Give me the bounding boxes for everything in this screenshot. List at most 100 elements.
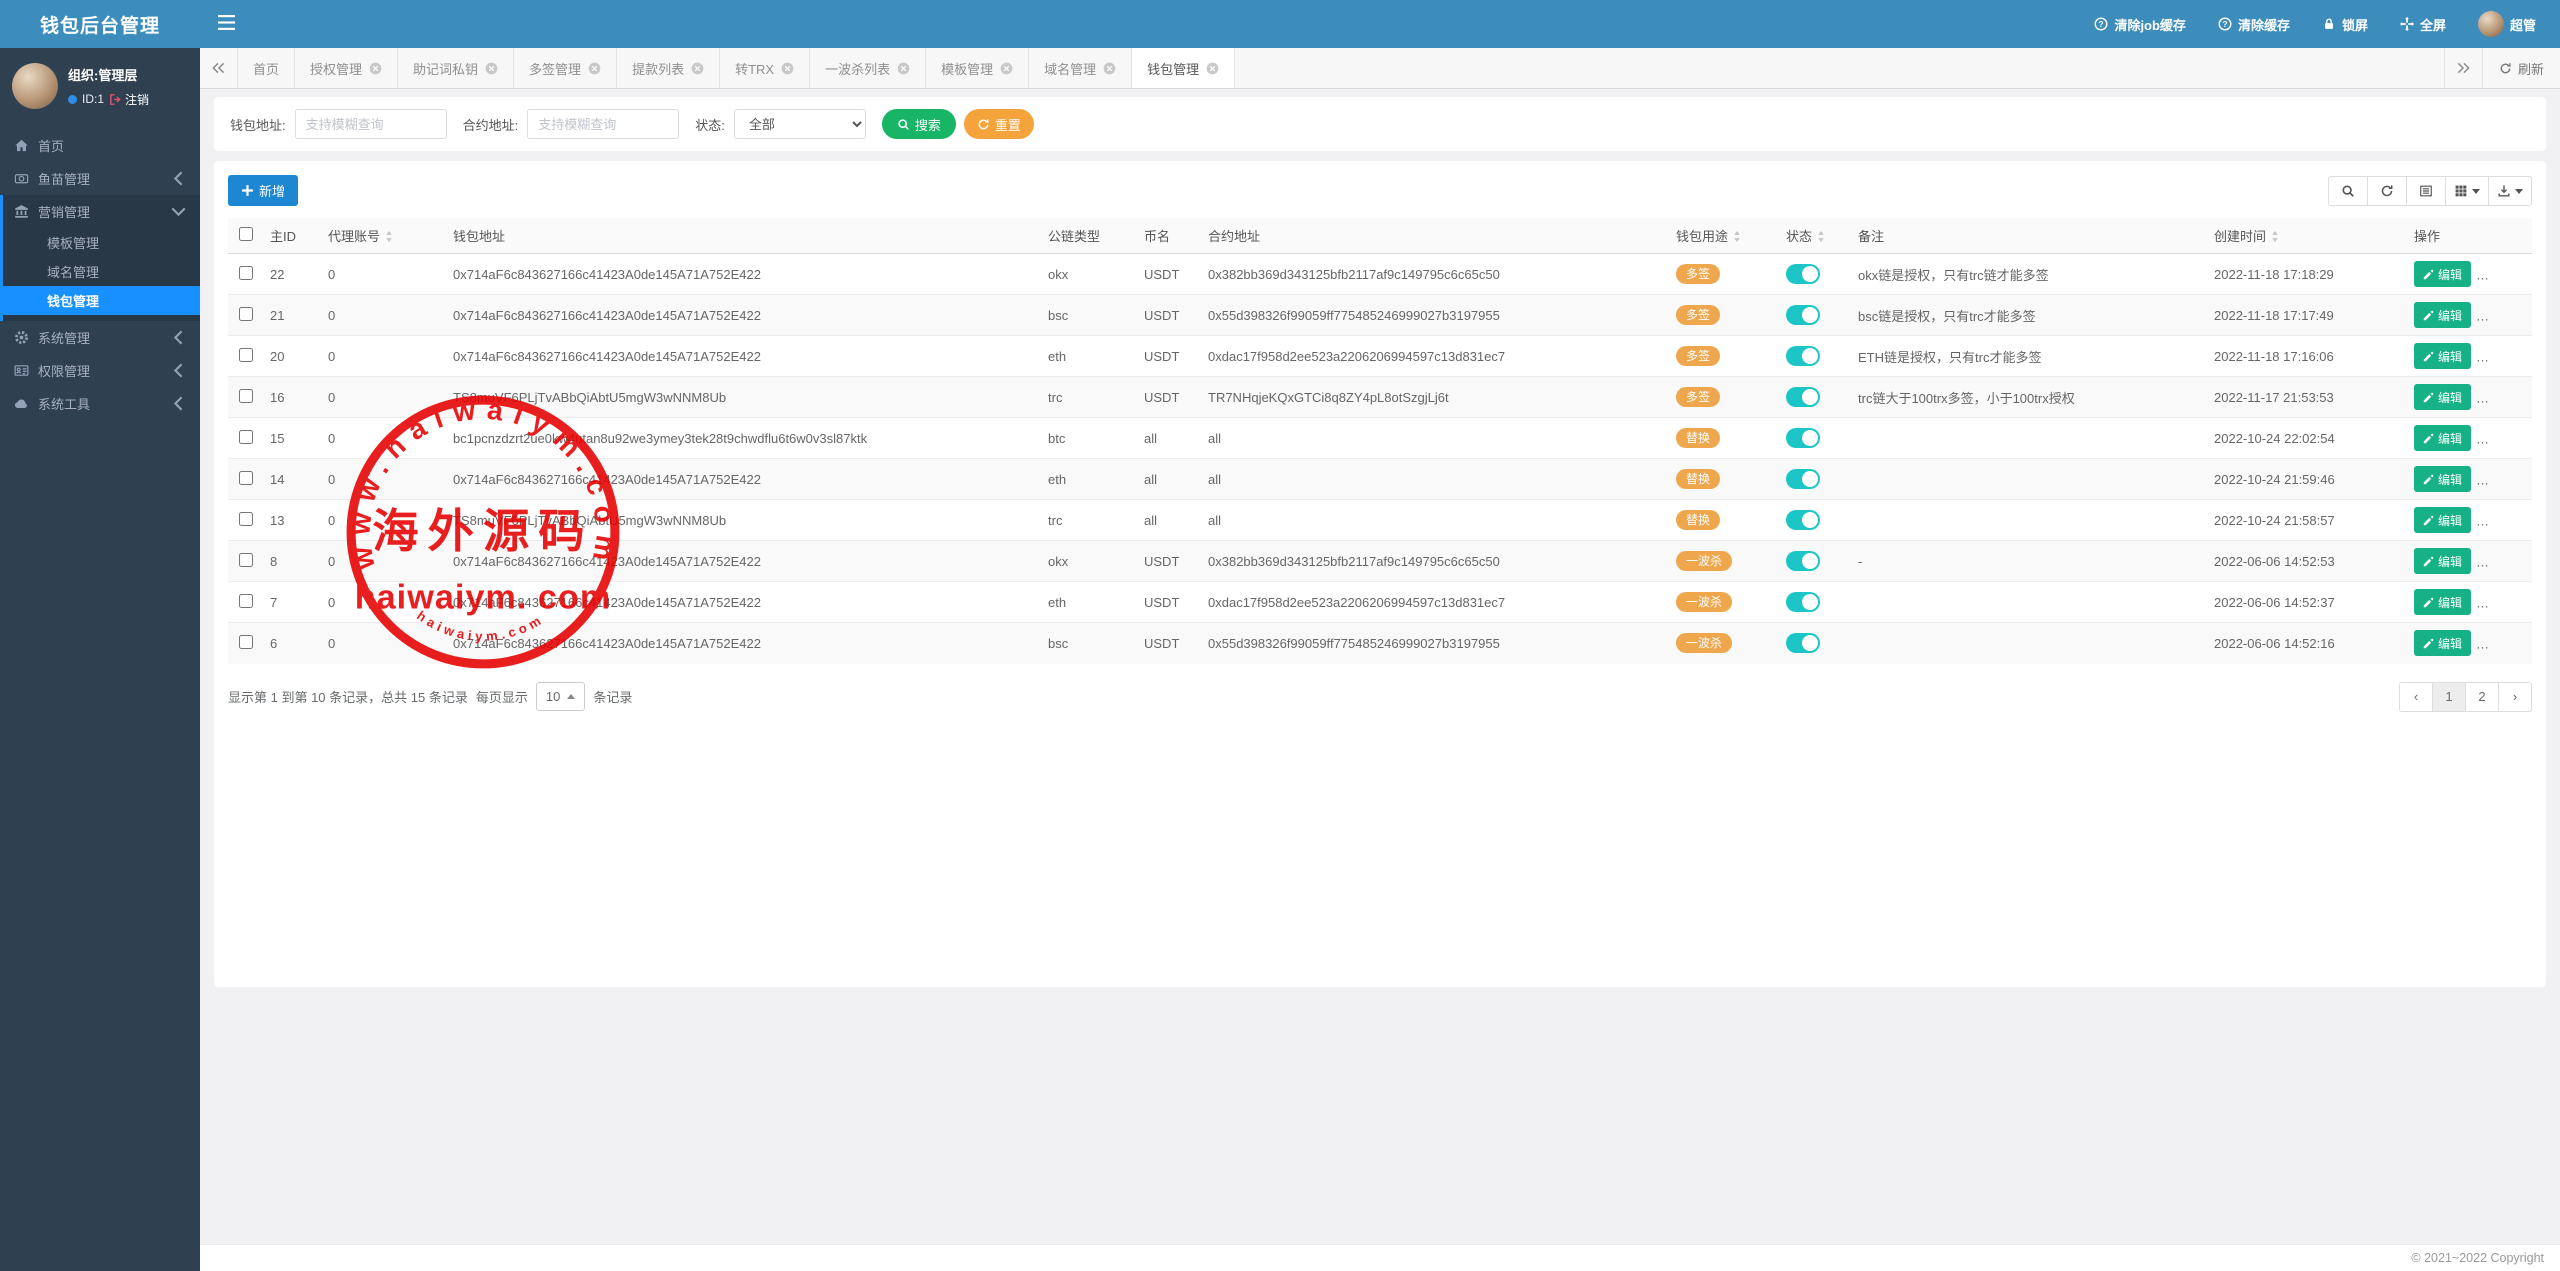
row-checkbox[interactable] [239, 429, 253, 444]
edit-button[interactable]: 编辑 [2414, 548, 2472, 574]
cell-remark: bsc链是授权，只有trc才能多签 [1852, 294, 2208, 336]
edit-button[interactable]: 编辑 [2414, 507, 2472, 533]
nav-lock-screen[interactable]: 锁屏 [2322, 15, 2368, 34]
row-checkbox[interactable] [239, 593, 253, 608]
edit-icon [2423, 474, 2434, 485]
nav-label-user-menu: 超管 [2509, 17, 2536, 33]
status-toggle[interactable] [1786, 428, 1820, 448]
sidebar-item-permission-management[interactable]: 权限管理 [0, 354, 200, 387]
avatar[interactable] [12, 63, 58, 109]
row-checkbox[interactable] [239, 388, 253, 403]
refresh-tab-button[interactable]: 刷新 [2481, 48, 2560, 88]
row-checkbox[interactable] [239, 634, 253, 649]
sidebar-item-domain-management[interactable]: 域名管理 [3, 257, 200, 286]
tab-templates[interactable]: 模板管理 [926, 48, 1030, 88]
select-all-checkbox[interactable] [239, 227, 253, 241]
column-header-agent[interactable]: 代理账号 [322, 218, 447, 254]
wallet-address-input[interactable] [294, 109, 447, 139]
tabs-scroll-left-button[interactable] [200, 48, 238, 88]
tab-authorization[interactable]: 授权管理 [295, 48, 399, 88]
status-select[interactable]: 全部 [733, 109, 866, 139]
tab-close-icon[interactable] [1206, 62, 1219, 75]
page-size-dropdown[interactable]: 10 [535, 682, 586, 711]
add-button[interactable]: 新增 [228, 175, 299, 206]
reset-button[interactable]: 重置 [963, 109, 1034, 139]
nav-user-menu[interactable]: 超管 [2477, 11, 2536, 37]
status-toggle[interactable] [1786, 592, 1820, 612]
edit-button[interactable]: 编辑 [2414, 302, 2472, 328]
sidebar-item-marketing-management[interactable]: 营销管理 [3, 195, 200, 228]
edit-button[interactable]: 编辑 [2414, 589, 2472, 615]
sidebar-item-wallet-management[interactable]: 钱包管理 [3, 286, 200, 315]
tool-refresh-button[interactable] [2367, 175, 2407, 206]
tab-close-icon[interactable] [691, 62, 704, 75]
nav-clear-job-cache[interactable]: ? 清除job缓存 [2094, 15, 2186, 34]
edit-button[interactable]: 编辑 [2414, 343, 2472, 369]
sidebar-item-template-management[interactable]: 模板管理 [3, 228, 200, 257]
tab-close-icon[interactable] [897, 62, 910, 75]
status-toggle[interactable] [1786, 469, 1820, 489]
sidebar-toggle-button[interactable] [200, 15, 253, 33]
tab-home[interactable]: 首页 [238, 48, 296, 88]
tool-search-button[interactable] [2328, 175, 2368, 206]
tab-close-icon[interactable] [781, 62, 794, 75]
column-header-usage[interactable]: 钱包用途 [1670, 218, 1780, 254]
edit-button[interactable]: 编辑 [2414, 630, 2472, 657]
status-toggle[interactable] [1786, 510, 1820, 530]
status-toggle[interactable] [1786, 633, 1820, 654]
row-checkbox[interactable] [239, 347, 253, 362]
status-toggle[interactable] [1786, 346, 1820, 366]
status-toggle[interactable] [1786, 387, 1820, 407]
edit-button[interactable]: 编辑 [2414, 384, 2472, 410]
column-header-created[interactable]: 创建时间 [2208, 218, 2408, 254]
status-toggle[interactable] [1786, 551, 1820, 571]
nav-fullscreen[interactable]: 全屏 [2399, 15, 2446, 34]
row-checkbox[interactable] [239, 306, 253, 321]
logout-button[interactable]: 注销 [109, 91, 149, 108]
tool-download-button[interactable] [2488, 175, 2532, 206]
tab-close-icon[interactable] [1103, 62, 1116, 75]
status-toggle[interactable] [1786, 305, 1820, 325]
tabs-scroll-right-button[interactable] [2443, 48, 2482, 88]
search-button[interactable]: 搜索 [881, 109, 956, 139]
tab-close-icon[interactable] [1000, 62, 1013, 75]
tab-transfer-trx[interactable]: 转TRX [720, 48, 811, 88]
cell-created: 2022-06-06 14:52:53 [2208, 540, 2408, 582]
pager-prev-button[interactable]: ‹ [2399, 681, 2433, 712]
row-checkbox[interactable] [239, 552, 253, 567]
pager-page-1[interactable]: 1 [2432, 681, 2466, 712]
tab-wallets[interactable]: 钱包管理 [1132, 48, 1236, 88]
nav-clear-cache[interactable]: ? 清除缓存 [2218, 15, 2290, 34]
pager-page-2[interactable]: 2 [2465, 681, 2499, 712]
row-checkbox[interactable] [239, 470, 253, 485]
tab-close-icon[interactable] [485, 62, 498, 75]
column-header-status[interactable]: 状态 [1780, 218, 1852, 254]
usage-badge: 多签 [1676, 304, 1721, 326]
tab-close-icon[interactable] [369, 62, 382, 75]
tool-detail-button[interactable] [2406, 175, 2446, 206]
sidebar-item-home[interactable]: 首页 [0, 129, 200, 162]
sidebar-item-fry-management[interactable]: 鱼苗管理 [0, 162, 200, 195]
row-checkbox[interactable] [239, 265, 253, 280]
cell-coin: USDT [1138, 294, 1202, 336]
edit-button[interactable]: 编辑 [2414, 466, 2472, 492]
sidebar-item-system-tools[interactable]: 系统工具 [0, 387, 200, 420]
tab-mnemonic-key[interactable]: 助记词私钥 [398, 48, 515, 88]
sidebar-item-system-management[interactable]: 系统管理 [0, 321, 200, 354]
edit-button[interactable]: 编辑 [2414, 425, 2472, 451]
wallets-table: 主ID 代理账号 钱包地址 公链类型 币名 合约地址 钱包用途 状态 备注 创建时间 操作 22 0 0… [228, 218, 2532, 664]
tab-multisig[interactable]: 多签管理 [514, 48, 618, 88]
row-checkbox[interactable] [239, 511, 253, 526]
cell-chain: okx [1042, 253, 1138, 295]
tab-close-icon[interactable] [588, 62, 601, 75]
main-content: 钱包地址: 合约地址: 状态: 全部 搜索 重置 新增 [200, 89, 2560, 1244]
edit-button[interactable]: 编辑 [2414, 261, 2472, 287]
tab-withdrawals[interactable]: 提款列表 [617, 48, 721, 88]
edit-label: 编辑 [2438, 308, 2463, 323]
pager-next-button[interactable]: › [2498, 681, 2532, 712]
tool-columns-button[interactable] [2445, 175, 2489, 206]
tab-yibosha-list[interactable]: 一波杀列表 [810, 48, 927, 88]
tab-domains[interactable]: 域名管理 [1029, 48, 1133, 88]
contract-address-input[interactable] [527, 109, 680, 139]
status-toggle[interactable] [1786, 264, 1820, 284]
